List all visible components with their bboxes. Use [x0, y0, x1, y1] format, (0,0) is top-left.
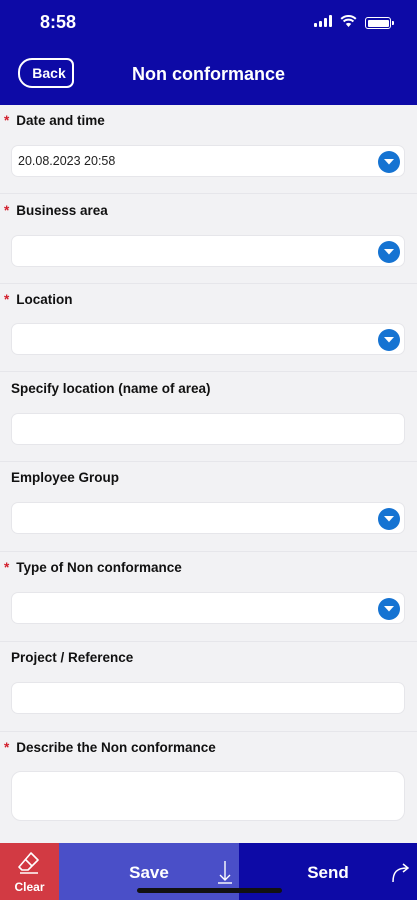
- divider: [0, 551, 417, 552]
- download-icon: [217, 860, 233, 889]
- chevron-down-icon[interactable]: [378, 598, 400, 620]
- divider: [0, 283, 417, 284]
- field-label: * Describe the Non conformance: [4, 740, 216, 755]
- divider: [0, 461, 417, 462]
- divider: [0, 193, 417, 194]
- chevron-down-icon[interactable]: [378, 508, 400, 530]
- field-label: * Type of Non conformance: [4, 560, 182, 575]
- status-icons: [314, 14, 394, 32]
- chevron-down-icon[interactable]: [378, 241, 400, 263]
- field-label: Employee Group: [11, 470, 120, 485]
- clear-button[interactable]: Clear: [0, 843, 59, 900]
- page-title: Non conformance: [131, 64, 286, 84]
- type-nonconformance-dropdown[interactable]: [11, 592, 405, 624]
- eraser-icon: [18, 851, 40, 880]
- required-marker: *: [4, 203, 10, 218]
- wifi-icon: [340, 14, 357, 32]
- status-time: 8:58: [40, 12, 77, 32]
- describe-nonconformance-textarea[interactable]: [11, 771, 405, 821]
- chevron-down-icon[interactable]: [378, 329, 400, 351]
- business-area-dropdown[interactable]: [11, 235, 405, 267]
- required-marker: *: [4, 292, 10, 307]
- forward-icon: [391, 861, 411, 888]
- clear-button-label: Clear: [14, 880, 45, 894]
- chevron-down-icon[interactable]: [378, 151, 400, 173]
- specify-location-input[interactable]: [11, 413, 405, 445]
- field-label: Project / Reference: [11, 650, 134, 665]
- date-time-dropdown[interactable]: 20.08.2023 20:58: [11, 145, 405, 177]
- save-button-label: Save: [129, 863, 169, 882]
- required-marker: *: [4, 560, 10, 575]
- field-label: * Business area: [4, 203, 108, 218]
- battery-icon: [365, 17, 394, 29]
- project-reference-input[interactable]: [11, 682, 405, 714]
- divider: [0, 641, 417, 642]
- date-time-value: 20.08.2023 20:58: [18, 154, 116, 168]
- divider: [0, 731, 417, 732]
- required-marker: *: [4, 113, 10, 128]
- home-indicator: [137, 888, 282, 893]
- field-label: Specify location (name of area): [11, 381, 211, 396]
- employee-group-dropdown[interactable]: [11, 502, 405, 534]
- location-dropdown[interactable]: [11, 323, 405, 355]
- required-marker: *: [4, 740, 10, 755]
- signal-icon: [314, 14, 332, 32]
- field-label: * Location: [4, 292, 73, 307]
- divider: [0, 371, 417, 372]
- app-header: 8:58 Back Non conformance: [0, 0, 417, 105]
- field-label: * Date and time: [4, 113, 105, 128]
